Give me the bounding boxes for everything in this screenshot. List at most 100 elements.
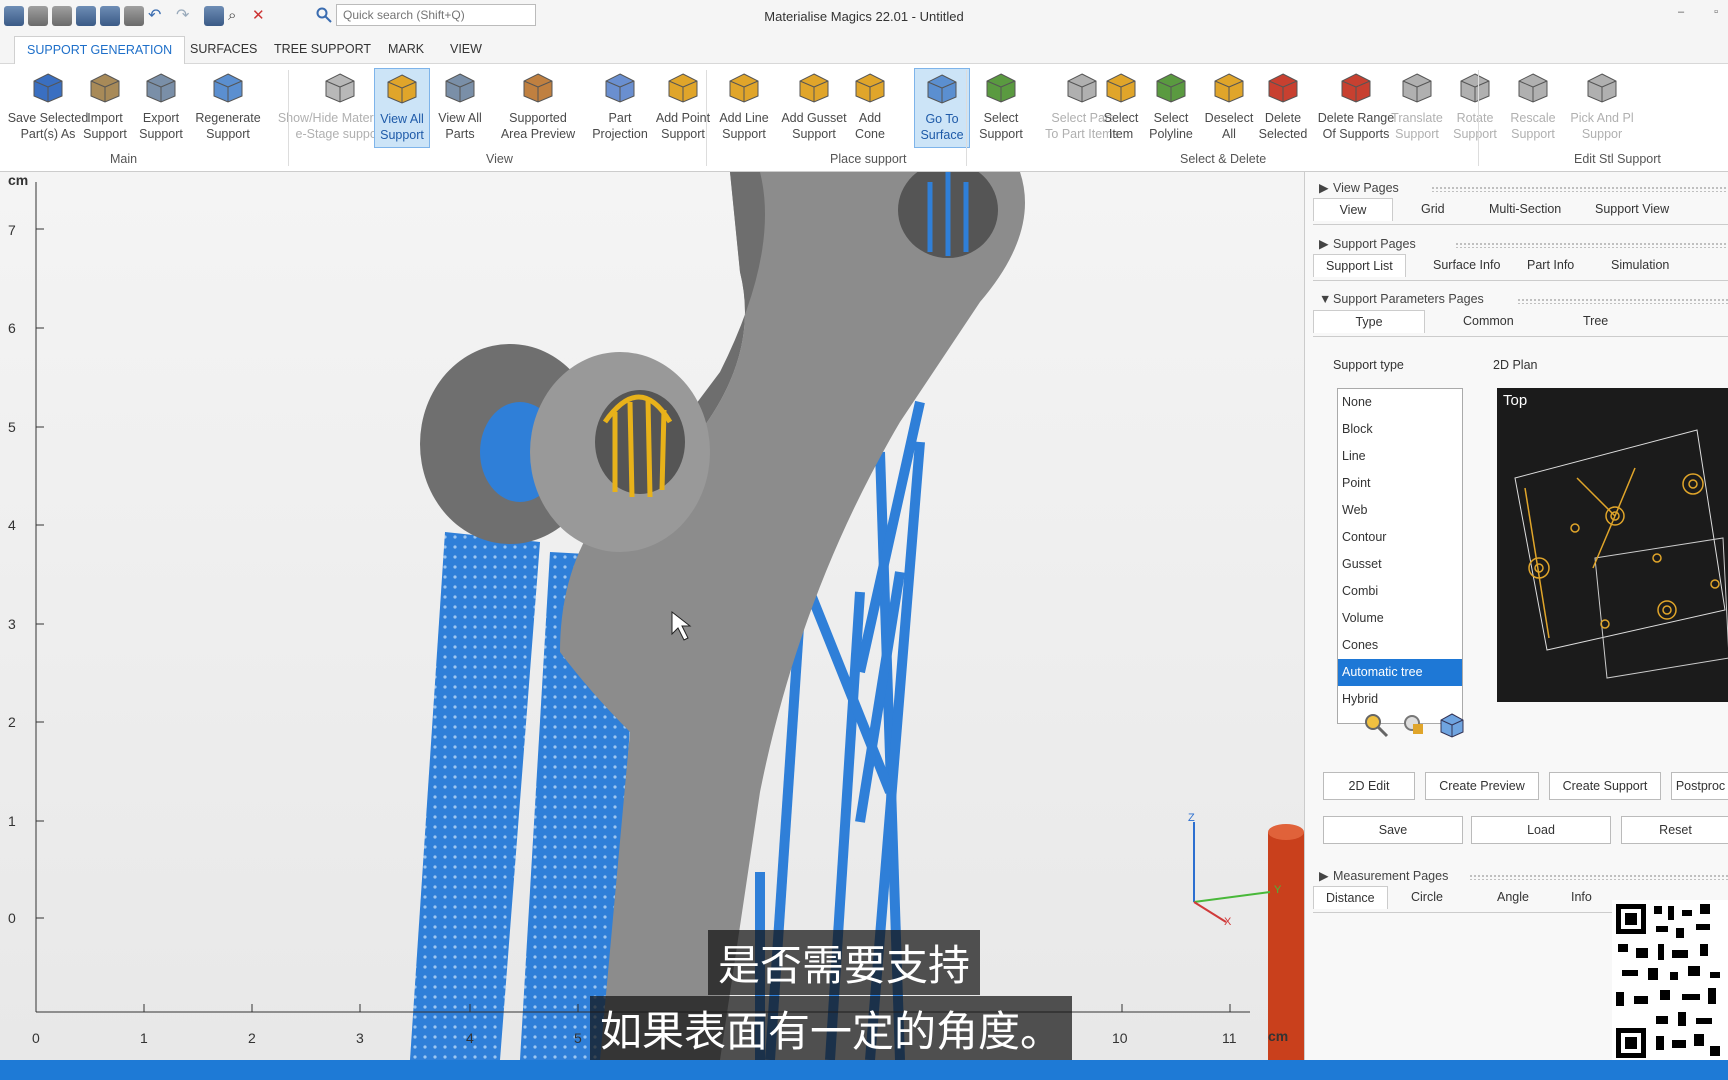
- add-line-support-button[interactable]: Add Line Support: [712, 68, 776, 148]
- export-support-button[interactable]: Export Support: [132, 68, 190, 148]
- part-projection-button[interactable]: Part Projection: [584, 68, 656, 148]
- ribbon-button-label: Add Line: [719, 111, 769, 125]
- tab-common[interactable]: Common: [1451, 310, 1526, 332]
- support-type-list[interactable]: None Block Line Point Web Contour Gusset Combi V…: [1337, 388, 1463, 724]
- ribbon-button-label: Polyline: [1149, 127, 1193, 141]
- reset-button[interactable]: Reset: [1621, 816, 1728, 844]
- status-bar: [0, 1060, 1728, 1080]
- delete-icon: [1268, 73, 1298, 103]
- add-point-support-button[interactable]: Add Point Support: [648, 68, 718, 148]
- select-polyline-button[interactable]: Select Polyline: [1142, 68, 1200, 148]
- ribbon-button-label: Projection: [592, 127, 648, 141]
- tab-multi-section[interactable]: Multi-Section: [1477, 198, 1573, 220]
- zoom-icon[interactable]: [1363, 712, 1389, 738]
- support-type-item[interactable]: Gusset: [1338, 551, 1462, 578]
- create-support-button[interactable]: Create Support: [1549, 772, 1661, 800]
- delete-selected-button[interactable]: Delete Selected: [1254, 68, 1312, 148]
- support-type-item[interactable]: None: [1338, 389, 1462, 416]
- support-type-item[interactable]: Volume: [1338, 605, 1462, 632]
- support-type-item[interactable]: Point: [1338, 470, 1462, 497]
- support-type-item[interactable]: Web: [1338, 497, 1462, 524]
- y-tick-label: 6: [8, 320, 16, 336]
- zoom-fit-icon[interactable]: [1401, 712, 1427, 738]
- divider: [1469, 874, 1728, 880]
- view-pages-header[interactable]: ▶ View Pages: [1319, 180, 1399, 195]
- 2d-plan-view[interactable]: Top: [1497, 388, 1728, 702]
- measurement-pages-header[interactable]: ▶ Measurement Pages: [1319, 868, 1448, 883]
- view-support-icon: [387, 74, 417, 104]
- supported-area-preview-button[interactable]: Supported Area Preview: [494, 68, 582, 148]
- deselect-all-button[interactable]: Deselect All: [1198, 68, 1260, 148]
- load-button[interactable]: Load: [1471, 816, 1611, 844]
- tab-surface-info[interactable]: Surface Info: [1421, 254, 1512, 276]
- x-tick-label: 1: [140, 1030, 148, 1046]
- rotate-icon: [1460, 73, 1490, 103]
- tab-tree-support[interactable]: TREE SUPPORT: [274, 42, 371, 56]
- view-all-parts-button[interactable]: View All Parts: [432, 68, 488, 148]
- ribbon-button-label: Pick And Pl: [1570, 111, 1634, 125]
- save-icon: [33, 73, 63, 103]
- ribbon-button-label: View All: [380, 112, 424, 126]
- support-pages-header[interactable]: ▶ Support Pages: [1319, 236, 1416, 251]
- add-cone-button[interactable]: Add Cone: [842, 68, 898, 148]
- ribbon-button-label: Cone: [855, 127, 885, 141]
- support-type-item[interactable]: Combi: [1338, 578, 1462, 605]
- tab-simulation[interactable]: Simulation: [1599, 254, 1681, 276]
- 2d-edit-button[interactable]: 2D Edit: [1323, 772, 1415, 800]
- create-preview-button[interactable]: Create Preview: [1425, 772, 1539, 800]
- support-type-item[interactable]: Line: [1338, 443, 1462, 470]
- ribbon-tabs: SUPPORT GENERATION SURFACES TREE SUPPORT…: [0, 32, 1728, 65]
- tab-support-view[interactable]: Support View: [1583, 198, 1681, 220]
- save-button[interactable]: Save: [1323, 816, 1463, 844]
- tab-tree[interactable]: Tree: [1571, 310, 1620, 332]
- select-support-icon: [986, 73, 1016, 103]
- x-tick-label: 10: [1112, 1030, 1128, 1046]
- support-type-item[interactable]: Contour: [1338, 524, 1462, 551]
- 3d-viewport[interactable]: cm 7 6 5 4 3 2 1 0 0 1 2 3 4 5 10 11 cm …: [0, 172, 1304, 1060]
- tab-angle[interactable]: Angle: [1485, 886, 1541, 908]
- postprocess-button[interactable]: Postproc: [1671, 772, 1728, 800]
- ribbon-button-label: Support: [661, 127, 705, 141]
- goto-surface-icon: [927, 74, 957, 104]
- import-support-button[interactable]: Import Support: [76, 68, 134, 148]
- y-tick-label: 3: [8, 616, 16, 632]
- rescale-icon: [1518, 73, 1548, 103]
- pick-and-pl-suppor-button[interactable]: Pick And Pl Suppor: [1562, 68, 1642, 148]
- ribbon-button-label: Support: [139, 127, 183, 141]
- tab-mark[interactable]: MARK: [388, 42, 424, 56]
- part-arm[interactable]: [560, 172, 1025, 1060]
- tab-support-generation[interactable]: SUPPORT GENERATION: [14, 36, 186, 65]
- view-all-support-button[interactable]: View All Support: [374, 68, 430, 148]
- pick-place-icon: [1587, 73, 1617, 103]
- rotate-support-button[interactable]: Rotate Support: [1444, 68, 1506, 148]
- rescale-support-button[interactable]: Rescale Support: [1502, 68, 1564, 148]
- tab-circle[interactable]: Circle: [1399, 886, 1455, 908]
- block-support-left[interactable]: [410, 532, 540, 1060]
- translate-support-button[interactable]: Translate Support: [1386, 68, 1448, 148]
- tab-view-page[interactable]: View: [1313, 198, 1393, 221]
- export-icon: [146, 73, 176, 103]
- go-to-surface-button[interactable]: Go To Surface: [914, 68, 970, 148]
- regenerate-support-button[interactable]: Regenerate Support: [194, 68, 262, 148]
- 3d-view-icon[interactable]: [1439, 712, 1465, 738]
- maximize-button[interactable]: ▫: [1714, 6, 1718, 18]
- ribbon-button-label: Rotate: [1456, 111, 1494, 125]
- tab-grid[interactable]: Grid: [1409, 198, 1457, 220]
- tab-distance[interactable]: Distance: [1313, 886, 1388, 909]
- support-type-item[interactable]: Hybrid: [1338, 686, 1462, 713]
- tab-support-list[interactable]: Support List: [1313, 254, 1406, 277]
- support-type-item[interactable]: Automatic tree: [1338, 659, 1462, 686]
- red-part[interactable]: [1268, 832, 1304, 1060]
- support-type-item[interactable]: Cones: [1338, 632, 1462, 659]
- tab-view[interactable]: VIEW: [450, 42, 482, 56]
- tab-surfaces[interactable]: SURFACES: [190, 42, 257, 56]
- tab-type[interactable]: Type: [1313, 310, 1425, 333]
- support-type-item[interactable]: Block: [1338, 416, 1462, 443]
- tab-info[interactable]: Info: [1559, 886, 1604, 908]
- select-support-button[interactable]: Select Support: [972, 68, 1030, 148]
- minimize-button[interactable]: –: [1678, 6, 1684, 18]
- tab-part-info[interactable]: Part Info: [1515, 254, 1586, 276]
- support-params-header[interactable]: ▼ Support Parameters Pages: [1319, 292, 1484, 306]
- qr-code: [1612, 900, 1728, 1065]
- y-tick-label: 2: [8, 714, 16, 730]
